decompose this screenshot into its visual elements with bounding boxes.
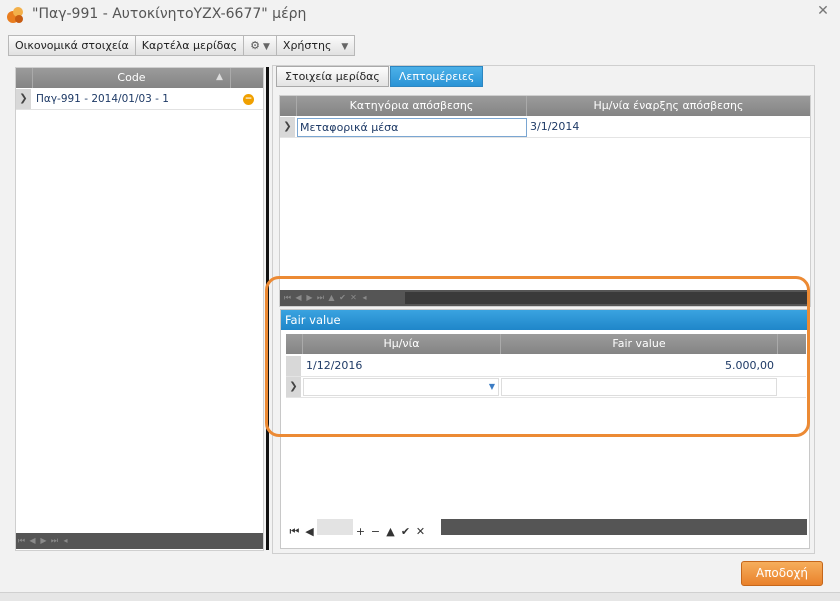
user-menu-button[interactable]: Χρήστης ▼	[276, 35, 356, 56]
start-date-cell[interactable]: 3/1/2014	[530, 117, 579, 137]
tab-share-details[interactable]: Στοιχεία μερίδας	[276, 66, 389, 87]
panel-splitter[interactable]	[266, 67, 269, 550]
cancel-icon[interactable]: ✕	[413, 524, 428, 540]
gear-icon: ⚙	[250, 39, 260, 52]
financial-data-button[interactable]: Οικονομικά στοιχεία	[8, 35, 136, 56]
row-indicator-icon: ❯	[286, 377, 301, 397]
delete-icon[interactable]: ✕	[348, 290, 359, 306]
date-cell[interactable]: 1/12/2016	[306, 356, 362, 376]
first-record-icon[interactable]: ⏮	[282, 290, 293, 306]
toolbar: Οικονομικά στοιχεία Καρτέλα μερίδας ⚙ ▼ Χ…	[8, 35, 356, 56]
tab-details[interactable]: Λεπτομέρειες	[389, 66, 484, 87]
new-row[interactable]: ❯ ▼	[286, 377, 806, 398]
accept-button[interactable]: Αποδοχή	[741, 561, 823, 586]
fair-value-grid: Ημ/νία Fair value 1/12/2016 5.000,00 ❯ ▼	[286, 334, 806, 399]
confirm-icon[interactable]: ✔	[337, 290, 348, 306]
fair-value-navigator: ⏮ ◀ + − ▲ ✔ ✕	[287, 519, 807, 538]
chevron-down-icon: ▼	[262, 42, 270, 52]
grid-header: Ημ/νία Fair value	[286, 334, 806, 354]
title-bar: "Παγ-991 - ΑυτοκίνητοYZX-6677" μέρη ✕	[0, 0, 840, 30]
last-page-icon: ⏭	[50, 536, 59, 545]
left-grid-scrollbar[interactable]: ⏮ ◀ ▶ ⏭ ◂	[16, 533, 263, 549]
row-indicator	[286, 356, 301, 376]
next-last-disabled	[317, 519, 353, 535]
column-header-fair-value[interactable]: Fair value	[501, 334, 778, 354]
header-corner	[286, 334, 303, 354]
prev-page-icon: ◀	[29, 536, 36, 545]
depreciation-grid-navigator: ⏮ ◀ ▶ ⏭ ▲ ✔ ✕ ◂	[280, 290, 810, 306]
column-header-start-date[interactable]: Ημ/νία έναρξης απόσβεσης	[527, 96, 810, 116]
prev-record-icon[interactable]: ◀	[302, 524, 317, 540]
user-menu-label: Χρήστης	[282, 39, 332, 52]
navigator-buttons: ⏮ ◀ ▶ ⏭ ▲ ✔ ✕ ◂	[282, 290, 370, 306]
chevron-down-icon: ▼	[341, 42, 349, 52]
scroll-left-icon: ◂	[63, 536, 68, 545]
fair-value-cell[interactable]: 5.000,00	[504, 356, 774, 376]
tab-strip: Στοιχεία μερίδας Λεπτομέρειες	[276, 66, 484, 87]
remove-record-icon[interactable]: −	[368, 524, 383, 540]
prev-record-icon[interactable]: ◀	[293, 290, 304, 306]
sort-asc-icon[interactable]: ▲	[216, 72, 223, 82]
table-row[interactable]: ❯ Μεταφορικά μέσα 3/1/2014	[280, 117, 810, 138]
table-row[interactable]: ❯ Παγ-991 - 2014/01/03 - 1 −	[16, 89, 263, 110]
next-record-icon[interactable]: ▶	[304, 290, 315, 306]
scroll-left-icon[interactable]: ◂	[359, 290, 370, 306]
minus-circle-icon[interactable]: −	[243, 94, 254, 105]
header-corner	[280, 96, 297, 116]
row-code-text: Παγ-991 - 2014/01/03 - 1	[36, 93, 169, 105]
grid-header: Code ▲	[16, 68, 263, 88]
last-record-icon[interactable]: ⏭	[315, 290, 326, 306]
move-up-icon[interactable]: ▲	[383, 524, 398, 540]
column-header-category[interactable]: Κατηγόρια απόσβεσης	[297, 96, 527, 116]
header-corner	[16, 68, 33, 88]
date-input[interactable]: ▼	[303, 378, 499, 396]
first-page-icon: ⏮	[17, 536, 26, 545]
category-cell[interactable]: Μεταφορικά μέσα	[297, 118, 527, 137]
window-title: "Παγ-991 - ΑυτοκίνητοYZX-6677" μέρη	[32, 6, 307, 22]
fair-value-title: Fair value	[281, 310, 809, 330]
row-indicator-icon: ❯	[16, 89, 31, 109]
column-header-code[interactable]: Code	[33, 68, 231, 88]
dropdown-arrow-icon[interactable]: ▼	[489, 382, 495, 391]
share-card-button[interactable]: Καρτέλα μερίδας	[135, 35, 245, 56]
table-row[interactable]: 1/12/2016 5.000,00	[286, 356, 806, 377]
horizontal-scrollbar[interactable]	[441, 519, 807, 535]
first-record-icon[interactable]: ⏮	[287, 524, 302, 540]
app-logo-icon	[7, 7, 23, 23]
parts-list-grid: Code ▲ ❯ Παγ-991 - 2014/01/03 - 1 − ⏮ ◀ ▶ ⏭…	[15, 67, 264, 551]
column-header-date[interactable]: Ημ/νία	[303, 334, 501, 354]
next-page-icon: ▶	[40, 536, 47, 545]
fair-value-input[interactable]	[501, 378, 777, 396]
add-record-icon[interactable]: +	[353, 524, 368, 540]
horizontal-scrollbar[interactable]	[405, 292, 808, 304]
confirm-icon[interactable]: ✔	[398, 524, 413, 540]
grid-header: Κατηγόρια απόσβεσης Ημ/νία έναρξης απόσβ…	[280, 96, 810, 116]
move-up-icon[interactable]: ▲	[326, 290, 337, 306]
fair-value-group: Fair value Ημ/νία Fair value 1/12/2016 5…	[280, 309, 810, 549]
settings-menu-button[interactable]: ⚙ ▼	[244, 35, 277, 56]
row-indicator-icon: ❯	[280, 117, 295, 137]
close-icon[interactable]: ✕	[814, 2, 832, 20]
depreciation-grid: Κατηγόρια απόσβεσης Ημ/νία έναρξης απόσβ…	[279, 95, 811, 307]
